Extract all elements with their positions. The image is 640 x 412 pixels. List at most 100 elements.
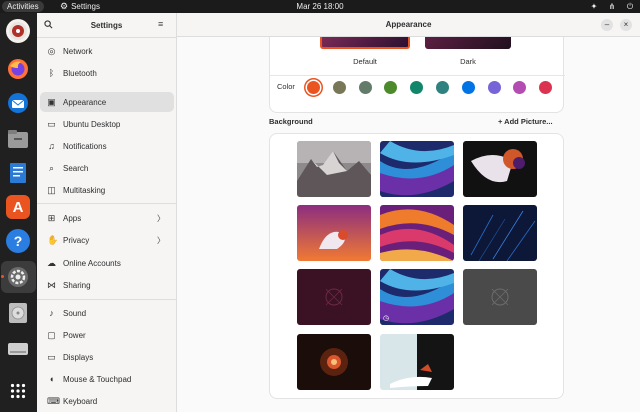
sidebar-header: Settings ≡ — [37, 13, 176, 37]
sidebar-title: Settings — [90, 20, 123, 30]
display-icon: ▭ — [47, 351, 56, 362]
sidebar-item-search[interactable]: ⌕ Search — [40, 158, 174, 178]
app-menu-label: Settings — [71, 2, 100, 11]
bluetooth-icon: ᛒ — [48, 67, 55, 78]
sharing-icon: ⋈ — [47, 279, 56, 290]
appearance-icon: ▣ — [47, 96, 56, 107]
sidebar-item-label: Appearance — [63, 97, 107, 107]
wallpaper-mountains[interactable] — [297, 141, 371, 197]
power-menu-icon[interactable]: ⏻ — [626, 2, 634, 11]
sidebar-divider — [37, 203, 177, 204]
wallpaper-dark-red-pattern[interactable] — [297, 269, 371, 325]
color-swatch[interactable] — [461, 81, 475, 94]
rhythmbox-icon[interactable] — [6, 19, 30, 43]
wallpaper-swirl[interactable] — [380, 205, 454, 261]
settings-icon[interactable] — [6, 265, 30, 289]
sidebar-divider — [37, 37, 177, 38]
close-button[interactable]: × — [620, 19, 632, 31]
color-swatch[interactable] — [539, 81, 553, 94]
sidebar-item-privacy[interactable]: ✋ Privacy 〉 — [40, 230, 174, 250]
sidebar-divider — [37, 299, 177, 300]
color-swatch[interactable] — [436, 81, 449, 94]
minimize-button[interactable]: – — [601, 19, 613, 31]
page-title: Appearance — [385, 20, 432, 29]
libreoffice-writer-icon[interactable] — [6, 161, 30, 185]
sidebar-item-label: Sharing — [63, 280, 91, 290]
wallpaper-dark-bird[interactable] — [463, 141, 537, 197]
sidebar-item-label: Ubuntu Desktop — [63, 119, 121, 129]
wallpaper-lantern[interactable] — [297, 334, 371, 390]
sidebar-item-power[interactable]: ▢ Power — [40, 325, 174, 345]
sidebar-item-label: Notifications — [63, 141, 107, 151]
color-swatch[interactable] — [410, 81, 424, 94]
wallpaper-starry-night[interactable] — [463, 205, 537, 261]
hamburger-menu-icon[interactable]: ≡ — [158, 20, 167, 29]
header-bar: Appearance – × — [177, 13, 640, 37]
system-tray[interactable]: ✦ ⋔ ⏻ — [590, 0, 634, 13]
clock[interactable]: Mar 26 18:00 — [296, 2, 343, 11]
background-gallery: ◷ — [269, 133, 564, 399]
drive-icon[interactable] — [6, 337, 30, 361]
background-title: Background — [269, 117, 313, 126]
files-icon[interactable] — [6, 127, 30, 151]
chevron-right-icon: 〉 — [157, 214, 165, 223]
sidebar-item-appearance[interactable]: ▣ Appearance — [40, 92, 174, 112]
accessibility-icon[interactable]: ✦ — [590, 2, 598, 11]
color-swatch[interactable] — [513, 81, 527, 94]
sidebar-item-label: Keyboard — [63, 396, 98, 406]
sidebar-item-bluetooth[interactable]: ᛒ Bluetooth — [40, 63, 174, 83]
sidebar-item-multitasking[interactable]: ◫ Multitasking — [40, 180, 174, 200]
sidebar-item-label: Displays — [63, 352, 94, 362]
chevron-right-icon: 〉 — [157, 236, 165, 245]
disc-icon[interactable] — [6, 301, 30, 325]
color-swatch[interactable] — [384, 81, 398, 94]
wallpaper-gray-pattern[interactable] — [463, 269, 537, 325]
wallpaper-snow-split[interactable] — [380, 334, 454, 390]
network-icon: ◎ — [47, 45, 56, 56]
color-swatch[interactable] — [358, 81, 372, 94]
running-dot — [1, 275, 4, 278]
style-card: Default Dark Color — [269, 37, 565, 113]
clock-icon: ◷ — [383, 315, 390, 322]
ubuntu-desktop-icon: ▭ — [47, 118, 56, 129]
wallpaper-purple-bird[interactable] — [297, 205, 371, 261]
network-status-icon[interactable]: ⋔ — [608, 2, 616, 11]
sidebar-item-network[interactable]: ◎ Network — [40, 41, 174, 61]
color-swatch[interactable] — [332, 81, 346, 94]
privacy-icon: ✋ — [47, 234, 59, 245]
search-icon[interactable] — [44, 20, 53, 29]
color-swatch[interactable] — [307, 81, 320, 94]
theme-dark-thumbnail[interactable] — [425, 37, 511, 49]
app-center-icon[interactable]: A — [6, 195, 30, 219]
sidebar-item-ubuntu-desktop[interactable]: ▭ Ubuntu Desktop — [40, 114, 174, 134]
settings-sidebar: Settings ≡ ◎ Network ᛒ Bluetooth ▣ Appea… — [37, 13, 177, 412]
wallpaper-blue-waves-dynamic[interactable]: ◷ — [380, 269, 454, 325]
keyboard-icon: ⌨ — [47, 395, 60, 406]
color-swatch[interactable] — [487, 81, 501, 94]
activities-button[interactable]: Activities — [2, 1, 44, 12]
sidebar-item-displays[interactable]: ▭ Displays — [40, 347, 174, 367]
top-bar: Activities ⚙ Settings Mar 26 18:00 ✦ ⋔ ⏻ — [0, 0, 640, 13]
firefox-icon[interactable] — [6, 57, 30, 81]
wallpaper-blue-waves[interactable] — [380, 141, 454, 197]
help-icon[interactable]: ? — [6, 229, 30, 253]
thunderbird-icon[interactable] — [6, 91, 30, 115]
sidebar-item-sharing[interactable]: ⋈ Sharing — [40, 275, 174, 295]
search-icon: ⌕ — [48, 162, 55, 173]
sidebar-item-sound[interactable]: ♪ Sound — [40, 303, 174, 323]
sidebar-item-apps[interactable]: ⊞ Apps 〉 — [40, 208, 174, 228]
theme-default-thumbnail[interactable] — [320, 37, 410, 49]
add-picture-button[interactable]: + Add Picture... — [498, 117, 553, 126]
theme-dark-label: Dark — [460, 57, 476, 66]
sidebar-item-mouse-touchpad[interactable]: ◖ Mouse & Touchpad — [40, 369, 174, 389]
sidebar-item-keyboard[interactable]: ⌨ Keyboard — [40, 391, 174, 411]
sidebar-item-notifications[interactable]: ♫ Notifications — [40, 136, 174, 156]
app-menu[interactable]: ⚙ Settings — [60, 0, 100, 13]
sidebar-item-label: Sound — [63, 308, 87, 318]
show-apps-icon[interactable] — [6, 379, 30, 403]
multitasking-icon: ◫ — [47, 184, 56, 195]
power-icon: ▢ — [47, 329, 56, 340]
sidebar-item-label: Privacy — [63, 235, 90, 245]
settings-gear-icon: ⚙ — [60, 1, 69, 11]
sidebar-item-online-accounts[interactable]: ☁ Online Accounts — [40, 253, 174, 273]
